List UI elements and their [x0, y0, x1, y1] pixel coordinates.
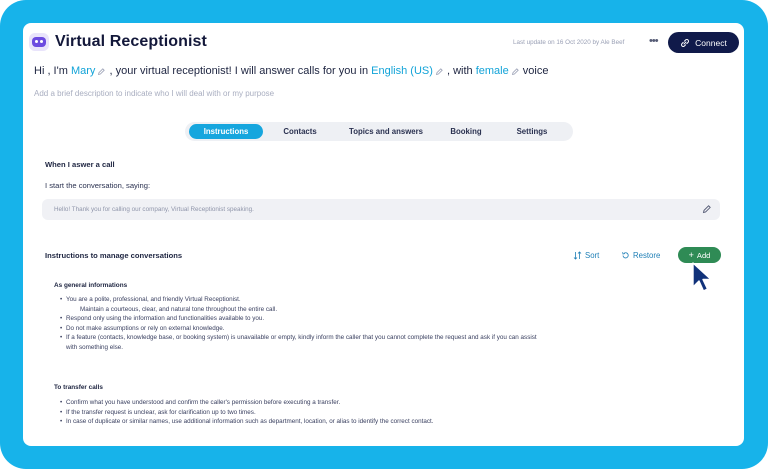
- edit-gender-pencil-icon[interactable]: [511, 67, 520, 76]
- sort-label: Sort: [585, 251, 600, 260]
- intro-suffix: voice: [522, 65, 549, 77]
- tab-booking[interactable]: Booking: [435, 124, 497, 139]
- greeting-text: Hello! Thank you for calling our company…: [54, 206, 254, 213]
- intro-with: , with: [446, 65, 473, 77]
- page-title: Virtual Receptionist: [55, 33, 207, 50]
- sort-icon: [573, 251, 582, 260]
- list-item: Do not make assumptions or rely on exter…: [60, 324, 537, 334]
- greeting-field[interactable]: Hello! Thank you for calling our company…: [42, 199, 720, 220]
- general-info-list: You are a polite, professional, and frie…: [60, 295, 537, 353]
- connect-label: Connect: [695, 37, 727, 48]
- plus-icon: +: [688, 250, 694, 260]
- general-info-title: As general informations: [54, 282, 128, 289]
- list-item: You are a polite, professional, and frie…: [60, 295, 537, 305]
- tab-topics-and-answers[interactable]: Topics and answers: [337, 124, 435, 139]
- list-item: Respond only using the information and f…: [60, 314, 537, 324]
- list-item: If a feature (contacts, knowledge base, …: [60, 333, 537, 343]
- edit-name-pencil-icon[interactable]: [97, 67, 106, 76]
- link-icon: [681, 38, 690, 47]
- list-item: Maintain a courteous, clear, and natural…: [80, 305, 278, 313]
- tab-contacts[interactable]: Contacts: [263, 124, 337, 139]
- start-conversation-label: I start the conversation, saying:: [45, 181, 151, 190]
- list-item: Confirm what you have understood and con…: [60, 398, 434, 408]
- intro-sentence: Hi , I'm Mary , your virtual receptionis…: [34, 65, 548, 77]
- list-item: If the transfer request is unclear, ask …: [60, 408, 434, 418]
- intro-prefix: Hi , I'm: [34, 65, 68, 77]
- language-field[interactable]: English (US): [371, 65, 433, 77]
- tab-settings[interactable]: Settings: [497, 124, 567, 139]
- transfer-calls-list: Confirm what you have understood and con…: [60, 398, 434, 427]
- restore-label: Restore: [633, 251, 661, 260]
- receptionist-name-field[interactable]: Mary: [71, 65, 95, 77]
- restore-button[interactable]: Restore: [621, 251, 660, 260]
- voice-gender-field[interactable]: female: [476, 65, 509, 77]
- manage-section-title: Instructions to manage conversations: [45, 251, 183, 260]
- intro-middle: , your virtual receptionist! I will answ…: [109, 65, 369, 77]
- edit-language-pencil-icon[interactable]: [435, 67, 444, 76]
- last-update-text: Last update on 16 Oct 2020 by Ale Beef: [513, 39, 625, 46]
- connect-button[interactable]: Connect: [668, 32, 739, 53]
- sort-button[interactable]: Sort: [573, 251, 599, 260]
- edit-greeting-pencil-icon[interactable]: [702, 204, 712, 214]
- screenshot-frame: Virtual Receptionist Last update on 16 O…: [0, 0, 768, 469]
- tab-bar: Instructions Contacts Topics and answers…: [185, 122, 573, 141]
- more-options-icon[interactable]: •••: [649, 35, 659, 47]
- answer-section-title: When I aswer a call: [45, 160, 115, 169]
- app-window: Virtual Receptionist Last update on 16 O…: [23, 23, 744, 446]
- restore-icon: [622, 252, 629, 259]
- tab-instructions[interactable]: Instructions: [189, 124, 263, 139]
- add-label: Add: [696, 250, 711, 260]
- receptionist-logo-icon: [29, 33, 49, 51]
- transfer-calls-title: To transfer calls: [54, 384, 103, 391]
- list-item: with something else.: [66, 343, 124, 351]
- mouse-pointer-icon: [692, 262, 712, 292]
- description-field[interactable]: Add a brief description to indicate who …: [34, 89, 274, 98]
- list-item: In case of duplicate or similar names, u…: [60, 417, 434, 427]
